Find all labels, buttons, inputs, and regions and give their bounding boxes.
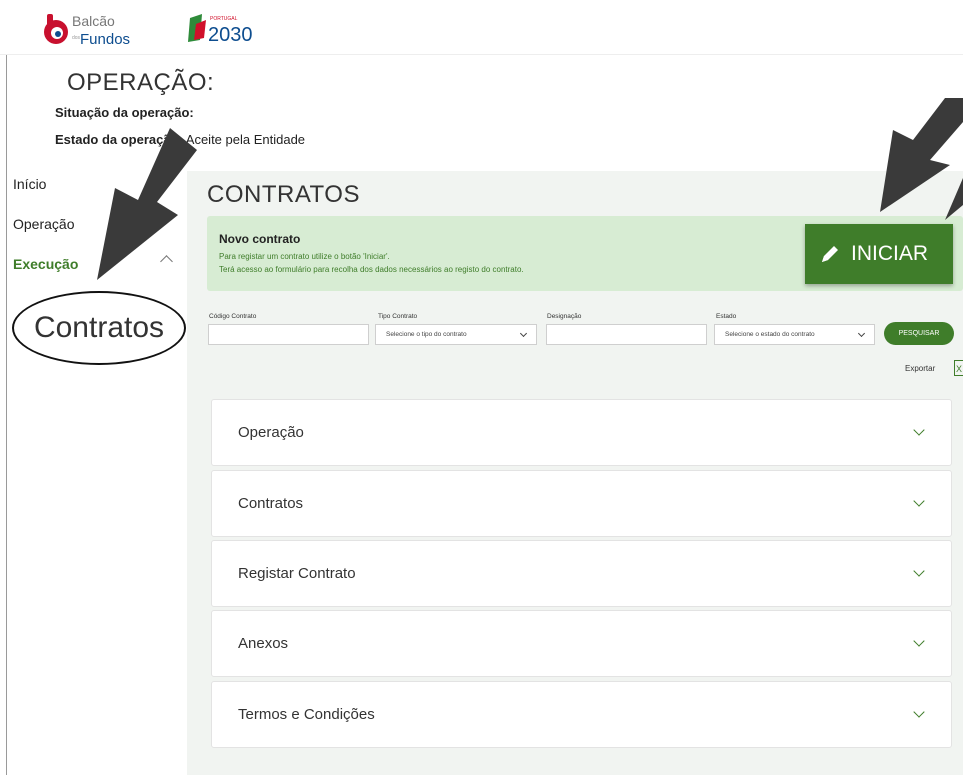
accordion-registar-contrato[interactable]: Registar Contrato [211, 540, 952, 607]
chevron-down-icon [913, 495, 925, 507]
estado-value: Aceite pela Entidade [185, 132, 306, 147]
window-frame-border [6, 0, 7, 775]
estado-placeholder: Selecione o estado do contrato [725, 331, 815, 338]
arrow-to-contratos [97, 128, 197, 280]
accordion-label: Termos e Condições [238, 706, 375, 723]
tipo-contrato-select[interactable]: Selecione o tipo do contrato [375, 324, 537, 345]
pencil-icon [822, 246, 838, 262]
estado-label: Estado da operação: [55, 132, 183, 147]
sidebar-item-operacao[interactable]: Operação [13, 216, 74, 232]
estado-filter-label: Estado [716, 313, 737, 320]
designacao-label: Designação [547, 313, 582, 320]
chevron-down-icon [913, 635, 925, 647]
accordion-termos-condicoes[interactable]: Termos e Condições [211, 681, 952, 748]
pesquisar-button[interactable]: PESQUISAR [884, 322, 954, 345]
logo-2030-text: 2030 [208, 24, 253, 46]
accordion-operacao[interactable]: Operação [211, 399, 952, 466]
operation-estado-line: Estado da operação: Aceite pela Entidade [55, 132, 305, 147]
tipo-contrato-placeholder: Selecione o tipo do contrato [386, 331, 467, 338]
iniciar-button[interactable]: INICIAR [805, 224, 953, 284]
codigo-contrato-label: Código Contrato [209, 313, 257, 320]
chevron-down-icon [519, 329, 528, 338]
operation-title: OPERAÇÃO: [67, 69, 215, 96]
balcao-logo-mark [44, 14, 68, 44]
sidebar-item-inicio[interactable]: Início [13, 176, 46, 192]
section-title: CONTRATOS [207, 181, 360, 208]
excel-icon[interactable]: X [954, 360, 963, 376]
chevron-up-icon[interactable] [160, 255, 173, 268]
balcao-fundos-logo[interactable]: Balcão dos Fundos [42, 12, 152, 48]
chevron-down-icon [913, 706, 925, 718]
situacao-label: Situação da operação: [55, 105, 194, 120]
tipo-contrato-label: Tipo Contrato [378, 313, 418, 320]
accordion-label: Registar Contrato [238, 565, 356, 582]
chevron-down-icon [913, 424, 925, 436]
info-line-1: Para registar um contrato utilize o botã… [219, 252, 390, 261]
logo-fundos-text: Fundos [80, 31, 130, 48]
exportar-link[interactable]: Exportar [905, 364, 935, 373]
accordion-label: Operação [238, 424, 304, 441]
estado-select[interactable]: Selecione o estado do contrato [714, 324, 875, 345]
iniciar-label: INICIAR [851, 242, 929, 265]
operation-situacao-line: Situação da operação: [55, 105, 194, 120]
portugal-2030-logo: PORTUGAL 2030 [188, 14, 253, 46]
info-title: Novo contrato [219, 232, 301, 246]
logo-portugal-text: PORTUGAL [210, 16, 238, 22]
codigo-contrato-input[interactable] [208, 324, 369, 345]
info-line-2: Terá acesso ao formulário para recolha d… [219, 265, 524, 274]
accordion-contratos[interactable]: Contratos [211, 470, 952, 537]
accordion-label: Anexos [238, 635, 289, 652]
accordion-anexos[interactable]: Anexos [211, 610, 952, 677]
designacao-input[interactable] [546, 324, 707, 345]
logo-balcao-text: Balcão [72, 13, 115, 29]
top-header: Balcão dos Fundos PORTUGAL 2030 [0, 0, 963, 55]
sidebar-item-execucao[interactable]: Execução [13, 256, 78, 272]
chevron-down-icon [857, 329, 866, 338]
chevron-down-icon [913, 565, 925, 577]
accordion-label: Contratos [238, 495, 304, 512]
contratos-highlight-bubble[interactable]: Contratos [12, 291, 186, 365]
